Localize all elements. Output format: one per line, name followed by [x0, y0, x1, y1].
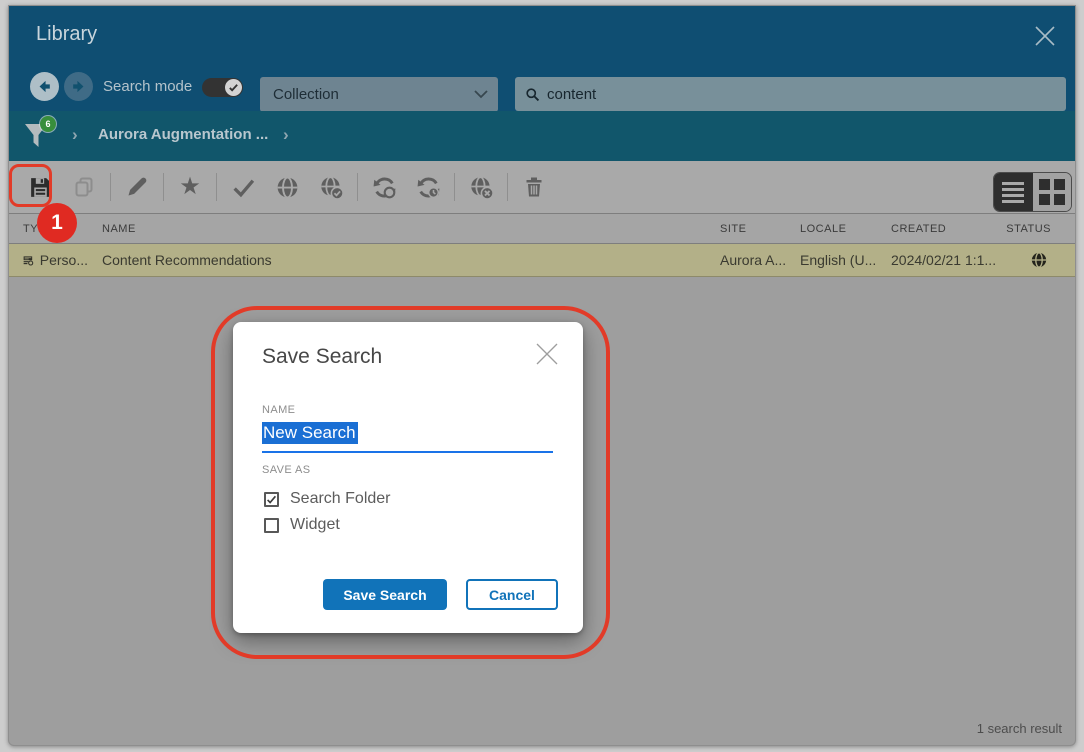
favorite-toolbar-button[interactable]: ★	[177, 174, 203, 200]
column-header-created[interactable]: CREATED	[877, 223, 1000, 235]
toolbar-divider	[216, 173, 217, 201]
globe-x-icon	[469, 175, 494, 200]
star-icon: ★	[179, 175, 201, 199]
list-view-button[interactable]	[994, 173, 1033, 211]
toolbar-divider	[163, 173, 164, 201]
row-created-cell: 2024/02/21 1:1...	[877, 252, 1000, 268]
column-header-status[interactable]: STATUS	[1000, 223, 1063, 235]
scheduled-sync-toolbar-button[interactable]	[415, 174, 441, 200]
row-locale-cell: English (U...	[786, 252, 877, 268]
breadcrumb-chevron: ›	[283, 125, 289, 145]
toggle-knob	[225, 79, 242, 96]
breadcrumb-row: 6 › Aurora Augmentation ... ›	[9, 111, 1075, 161]
status-globe-icon	[1030, 251, 1048, 269]
annotation-save-highlight	[9, 164, 52, 207]
copy-icon	[72, 175, 96, 199]
back-button[interactable]	[30, 72, 59, 101]
column-header-name[interactable]: NAME	[88, 223, 706, 235]
search-mode-label: Search mode	[103, 78, 192, 95]
view-mode-toggle	[993, 172, 1072, 212]
title-bar: Library	[9, 6, 1075, 63]
column-header-site[interactable]: SITE	[706, 223, 786, 235]
annotation-step-badge: 1	[37, 203, 77, 243]
forward-button[interactable]	[64, 72, 93, 101]
sync-icon	[372, 175, 397, 200]
delete-toolbar-button[interactable]	[521, 174, 547, 200]
edit-toolbar-button[interactable]	[124, 174, 150, 200]
search-controls-row: Search mode Collection cont	[9, 63, 1075, 111]
globe-icon	[275, 175, 300, 200]
toolbar-divider	[357, 173, 358, 201]
row-status-cell	[1000, 251, 1063, 269]
column-header-locale[interactable]: LOCALE	[786, 223, 877, 235]
list-view-icon	[1002, 182, 1024, 185]
window-title: Library	[36, 23, 97, 46]
row-name-cell: Content Recommendations	[88, 252, 706, 268]
sync-clock-icon	[416, 175, 441, 200]
search-icon	[525, 87, 540, 102]
breadcrumb-item[interactable]: Aurora Augmentation ...	[98, 126, 268, 143]
search-input-value: content	[547, 86, 596, 103]
row-site-cell: Aurora A...	[706, 252, 786, 268]
unpublish-toolbar-button[interactable]	[468, 174, 494, 200]
search-result-count: 1 search result	[977, 721, 1062, 736]
personalization-icon	[23, 252, 34, 269]
check-icon	[228, 82, 239, 93]
toolbar-divider	[454, 173, 455, 201]
search-mode-toggle[interactable]	[202, 78, 243, 97]
publish-toolbar-button[interactable]	[274, 174, 300, 200]
approve-toolbar-button[interactable]	[230, 174, 256, 200]
grid-view-button[interactable]	[1033, 173, 1072, 211]
search-input[interactable]: content	[515, 77, 1066, 111]
table-header: TYPE NAME SITE LOCALE CREATED STATUS	[9, 213, 1075, 244]
library-window-screenshot: Library Search mode	[0, 0, 1084, 752]
grid-view-icon	[1039, 179, 1050, 190]
duplicate-toolbar-button[interactable]	[71, 174, 97, 200]
chevron-down-icon	[474, 90, 488, 99]
breadcrumb-chevron: ›	[72, 125, 78, 145]
arrow-left-icon	[36, 78, 53, 95]
globe-check-icon	[319, 175, 344, 200]
publish-approval-toolbar-button[interactable]	[318, 174, 344, 200]
checkmark-icon	[231, 175, 256, 200]
toolbar-divider	[110, 173, 111, 201]
pencil-icon	[125, 175, 149, 199]
filter-count-badge: 6	[40, 116, 56, 132]
table-row[interactable]: Perso... Content Recommendations Aurora …	[9, 244, 1075, 277]
sync-toolbar-button[interactable]	[371, 174, 397, 200]
collection-dropdown-value: Collection	[273, 86, 474, 103]
arrow-right-icon	[70, 78, 87, 95]
toolbar-divider	[507, 173, 508, 201]
actions-toolbar: ★	[9, 161, 1075, 213]
collection-dropdown[interactable]: Collection	[260, 77, 498, 112]
annotation-modal-highlight	[211, 306, 610, 659]
window-close-button[interactable]	[1031, 22, 1059, 50]
trash-icon	[522, 175, 546, 199]
row-type-cell: Perso...	[9, 252, 88, 269]
row-type-text: Perso...	[40, 252, 88, 268]
close-icon	[1031, 22, 1059, 50]
